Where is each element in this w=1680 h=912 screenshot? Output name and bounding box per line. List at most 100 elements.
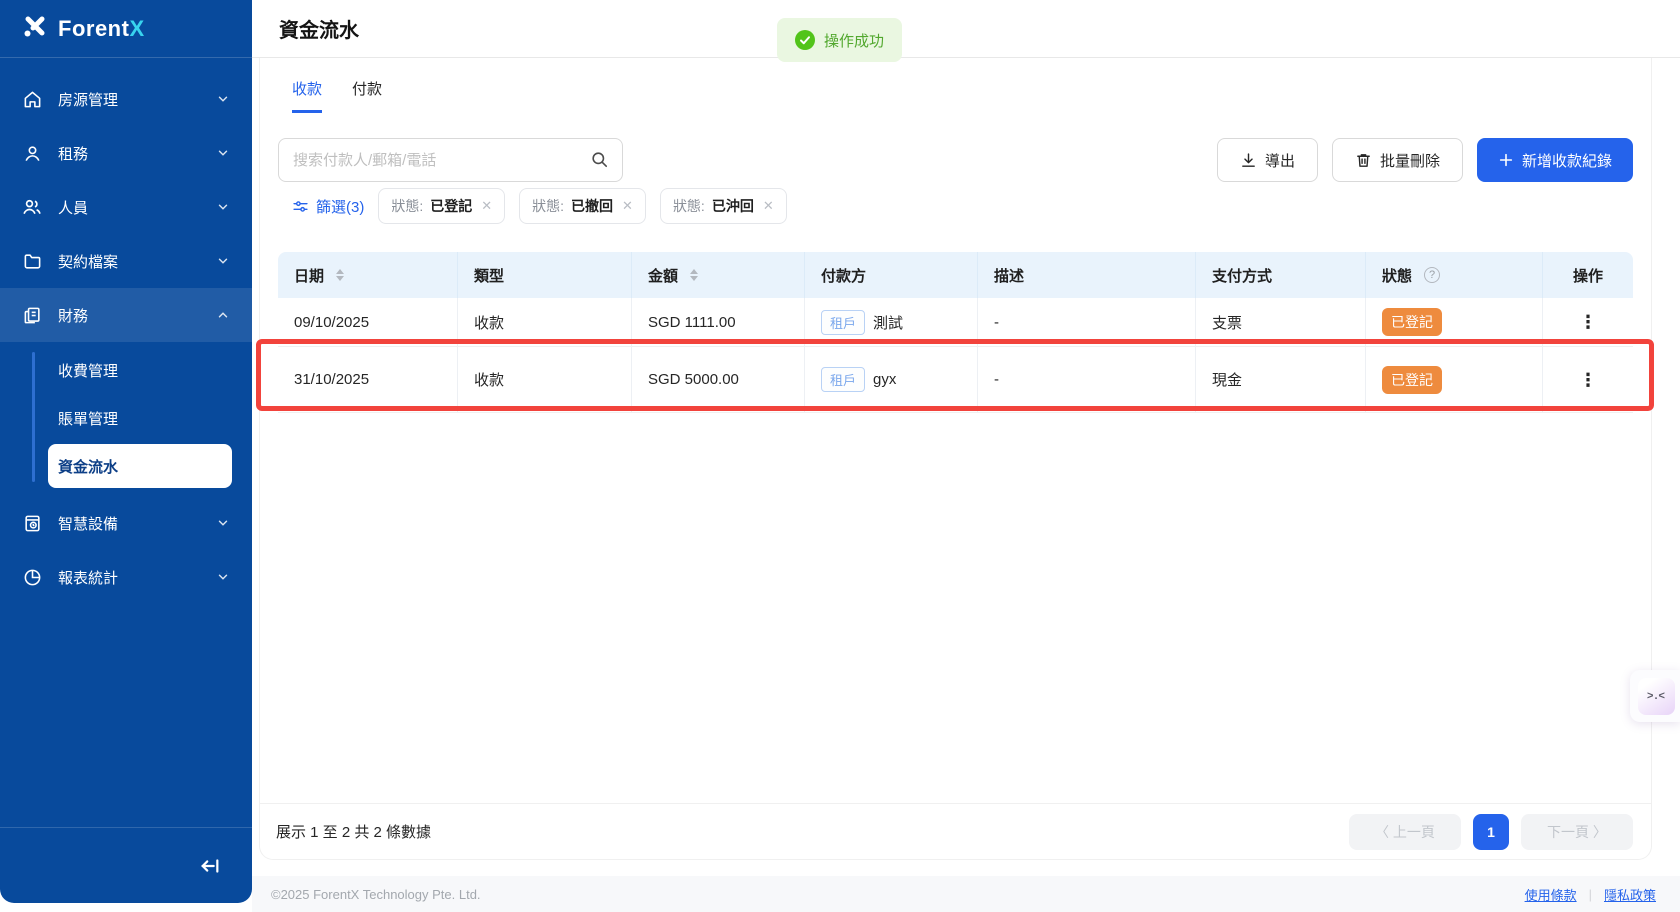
top-bar: 資金流水 xyxy=(252,0,1680,58)
next-page-button[interactable]: 下一頁 〉 xyxy=(1521,814,1633,850)
sidebar-item-reports[interactable]: 報表統計 xyxy=(0,550,252,604)
kebab-menu-icon[interactable]: ⋮ xyxy=(1579,313,1597,331)
page-title: 資金流水 xyxy=(279,14,359,43)
collapse-sidebar-icon[interactable] xyxy=(196,852,224,880)
table-row[interactable]: 09/10/2025 收款 SGD 1111.00 租戶 測試 - 支票 已登記… xyxy=(278,298,1633,347)
page-number-button[interactable]: 1 xyxy=(1473,814,1509,850)
sidebar-item-properties[interactable]: 房源管理 xyxy=(0,72,252,126)
kebab-menu-icon[interactable]: ⋮ xyxy=(1579,371,1597,389)
transactions-table: 日期 類型 金額 付款方 描述 支付方式 狀態 ? 操作 09/10/2025 xyxy=(278,252,1633,413)
sidebar-item-smart-devices[interactable]: 智慧設備 xyxy=(0,496,252,550)
filter-toggle-label: 篩選(3) xyxy=(316,196,364,217)
search-box xyxy=(278,138,623,182)
bulk-delete-button[interactable]: 批量刪除 xyxy=(1332,138,1463,182)
tab-bar: 收款 付款 xyxy=(292,78,1633,113)
privacy-link[interactable]: 隱私政策 xyxy=(1604,885,1656,904)
trash-icon xyxy=(1355,152,1372,169)
close-icon[interactable]: ✕ xyxy=(481,198,492,214)
status-badge: 已登記 xyxy=(1382,308,1442,336)
copyright-text: ©2025 ForentX Technology Pte. Ltd. xyxy=(271,887,481,902)
column-header-date[interactable]: 日期 xyxy=(278,252,458,298)
add-receipt-button[interactable]: 新增收款紀錄 xyxy=(1477,138,1633,182)
add-receipt-label: 新增收款紀錄 xyxy=(1522,150,1612,171)
chip-value: 已登記 xyxy=(430,196,472,216)
smart-device-icon xyxy=(22,513,42,533)
bulk-delete-label: 批量刪除 xyxy=(1380,150,1440,171)
column-header-type: 類型 xyxy=(458,252,632,298)
person-icon xyxy=(22,143,42,163)
sidebar-nav: 房源管理 租務 人員 契約檔案 xyxy=(0,58,252,604)
sidebar-item-finance[interactable]: 財務 xyxy=(0,288,252,342)
chip-field-label: 狀態: xyxy=(532,196,564,216)
tab-payments[interactable]: 付款 xyxy=(352,78,382,113)
finance-icon xyxy=(22,305,42,325)
sidebar-subitem-fee-management[interactable]: 收費管理 xyxy=(0,346,252,394)
sidebar-item-leasing[interactable]: 租務 xyxy=(0,126,252,180)
finance-submenu: 收費管理 賬單管理 資金流水 xyxy=(0,342,252,496)
search-input[interactable] xyxy=(278,138,623,182)
brand-logo[interactable]: ForentX xyxy=(0,0,252,58)
cell-type: 收款 xyxy=(458,298,632,346)
pager-controls: 〈 上一頁 1 下一頁 〉 xyxy=(1349,814,1633,850)
help-icon[interactable]: ? xyxy=(1424,267,1440,283)
prev-page-button[interactable]: 〈 上一頁 xyxy=(1349,814,1461,850)
column-header-payer: 付款方 xyxy=(805,252,978,298)
check-circle-icon xyxy=(795,30,815,50)
sidebar-item-label: 人員 xyxy=(58,197,216,218)
assistant-widget[interactable]: >.< xyxy=(1630,670,1680,722)
chevron-down-icon xyxy=(216,146,230,160)
cell-payer: 租戶 gyx xyxy=(805,347,978,412)
close-icon[interactable]: ✕ xyxy=(622,198,633,214)
plus-icon xyxy=(1498,152,1514,168)
chip-field-label: 狀態: xyxy=(391,196,423,216)
cell-payment-method: 支票 xyxy=(1196,298,1366,346)
pagination-summary: 展示 1 至 2 共 2 條數據 xyxy=(276,821,431,842)
sidebar-subitem-bill-management[interactable]: 賬單管理 xyxy=(0,394,252,442)
cell-payer: 租戶 測試 xyxy=(805,298,978,346)
chip-field-label: 狀態: xyxy=(673,196,705,216)
download-icon xyxy=(1240,152,1257,169)
chevron-down-icon xyxy=(216,516,230,530)
cell-actions: ⋮ xyxy=(1543,347,1633,412)
tab-receipts[interactable]: 收款 xyxy=(292,78,322,113)
cell-date: 31/10/2025 xyxy=(278,347,458,412)
brand-x-icon xyxy=(22,13,48,44)
search-icon[interactable] xyxy=(590,150,609,174)
submenu-indicator-track xyxy=(32,352,35,482)
chevron-up-icon xyxy=(216,308,230,322)
terms-link[interactable]: 使用條款 xyxy=(1525,885,1577,904)
folder-icon xyxy=(22,251,42,271)
chevron-down-icon xyxy=(216,200,230,214)
column-header-description: 描述 xyxy=(978,252,1196,298)
export-button[interactable]: 導出 xyxy=(1217,138,1318,182)
cell-amount: SGD 5000.00 xyxy=(632,347,805,412)
cell-status: 已登記 xyxy=(1366,298,1543,346)
cell-status: 已登記 xyxy=(1366,347,1543,412)
sidebar-item-personnel[interactable]: 人員 xyxy=(0,180,252,234)
sidebar-item-label: 租務 xyxy=(58,143,216,164)
report-icon xyxy=(22,567,42,587)
brand-name: ForentX xyxy=(58,16,145,42)
tenant-tag: 租戶 xyxy=(821,310,865,335)
people-icon xyxy=(22,197,42,217)
export-label: 導出 xyxy=(1265,150,1295,171)
sort-icon[interactable] xyxy=(690,269,698,281)
sidebar-item-label: 報表統計 xyxy=(58,567,216,588)
link-separator: | xyxy=(1589,887,1592,902)
column-header-status: 狀態 ? xyxy=(1366,252,1543,298)
chevron-down-icon xyxy=(216,92,230,106)
sort-icon[interactable] xyxy=(336,269,344,281)
payer-name: 測試 xyxy=(873,312,903,333)
home-icon xyxy=(22,89,42,109)
column-header-actions: 操作 xyxy=(1543,252,1633,298)
sidebar-subitem-fund-flow[interactable]: 資金流水 xyxy=(48,444,232,488)
table-row-highlighted[interactable]: 31/10/2025 收款 SGD 5000.00 租戶 gyx - 現金 已登… xyxy=(278,347,1633,413)
sidebar-item-contracts[interactable]: 契約檔案 xyxy=(0,234,252,288)
table-header-row: 日期 類型 金額 付款方 描述 支付方式 狀態 ? 操作 xyxy=(278,252,1633,298)
close-icon[interactable]: ✕ xyxy=(763,198,774,214)
pagination-bar: 展示 1 至 2 共 2 條數據 〈 上一頁 1 下一頁 〉 xyxy=(260,803,1651,859)
filter-toggle[interactable]: 篩選(3) xyxy=(278,196,364,217)
sidebar-item-label: 智慧設備 xyxy=(58,513,216,534)
column-header-amount[interactable]: 金額 xyxy=(632,252,805,298)
app-window: ForentX 房源管理 租務 人員 xyxy=(0,0,1680,912)
